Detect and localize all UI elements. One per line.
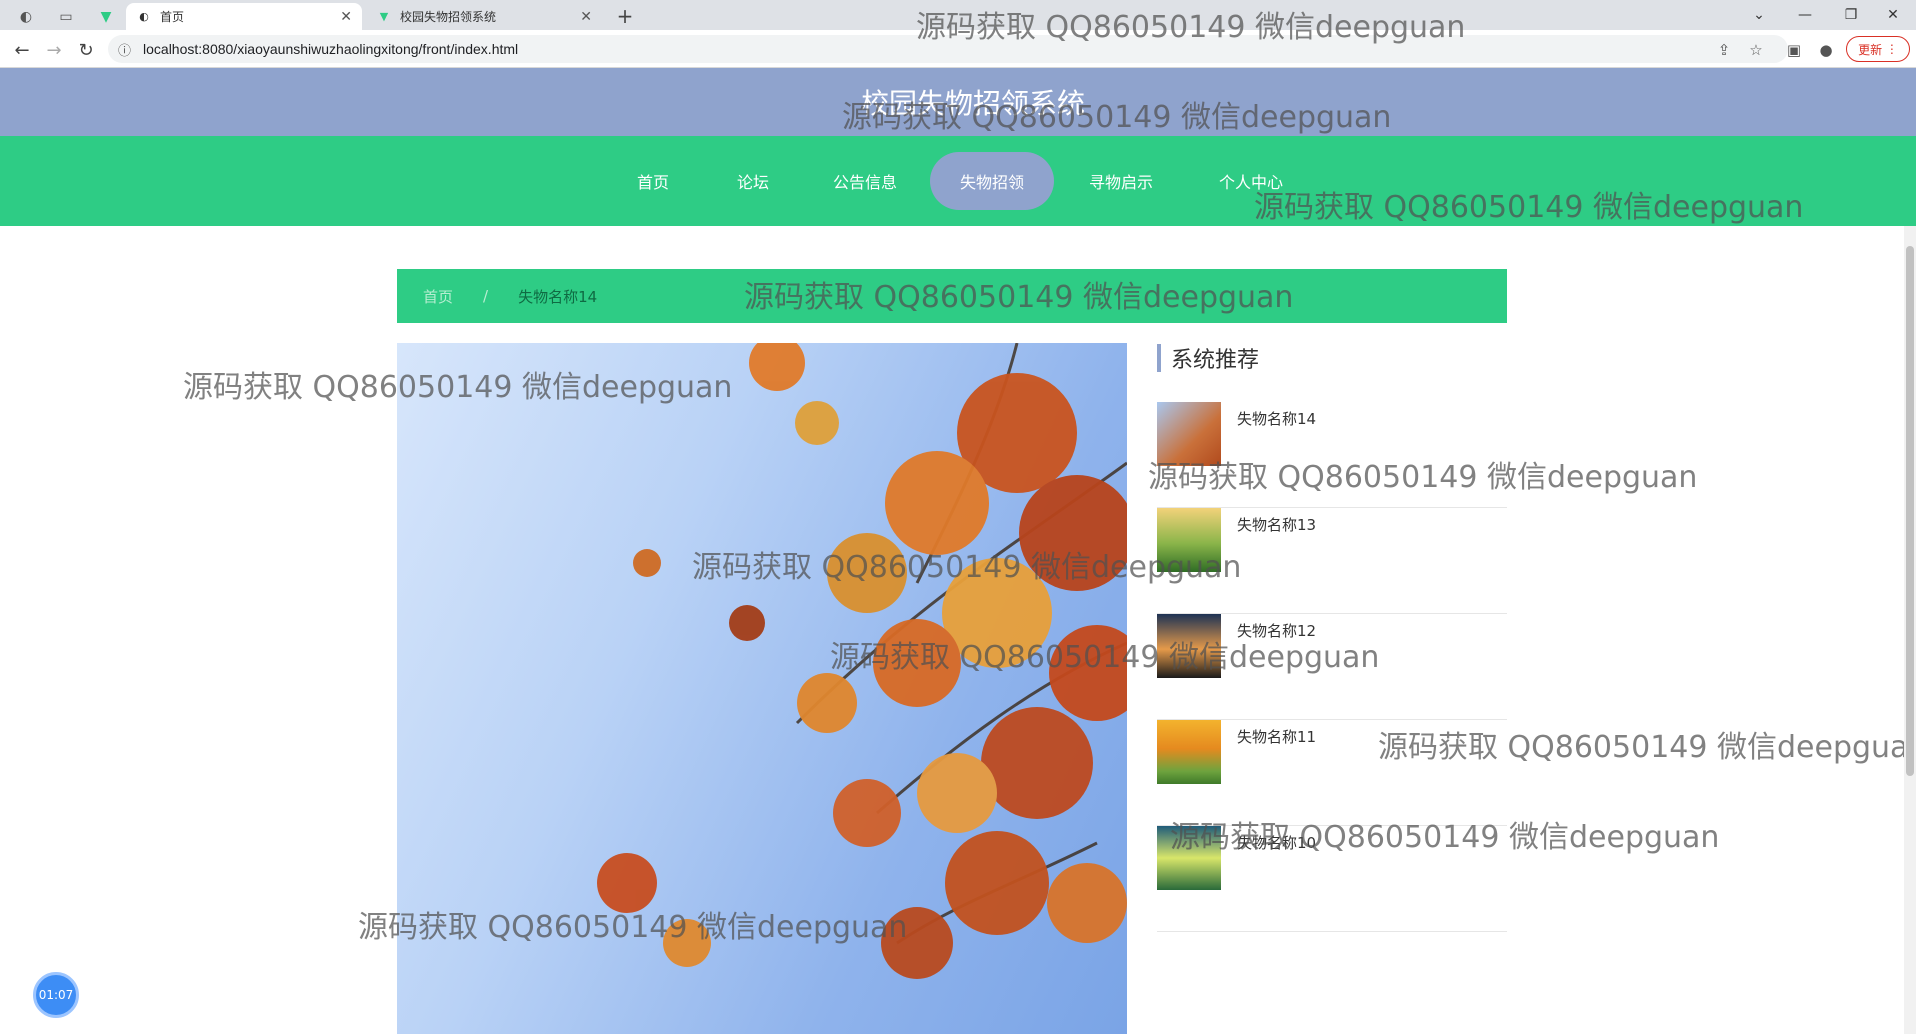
watermark-text: 源码获取 QQ86050149 微信deepguan xyxy=(830,640,1380,675)
restore-button[interactable]: ❐ xyxy=(1828,0,1874,30)
close-icon[interactable]: ✕ xyxy=(340,9,352,25)
browser-window: ◐ ▭ ▼ ◐ 首页 ✕ ▼ 校园失物招领系统 ✕ + ⌄ — ❐ ✕ ← → … xyxy=(0,0,1916,1034)
recommend-title: 系统推荐 xyxy=(1157,344,1259,373)
nav-home[interactable]: 首页 xyxy=(618,152,688,210)
tab-system[interactable]: ▼ 校园失物招领系统 ✕ xyxy=(366,3,602,30)
watermark-text: 源码获取 QQ86050149 微信deepguan xyxy=(1378,730,1916,765)
nav-announcements[interactable]: 公告信息 xyxy=(818,152,912,210)
globe-icon: ◐ xyxy=(139,10,149,23)
page-scrollbar[interactable] xyxy=(1904,226,1916,1034)
watermark-text: 源码获取 QQ86050149 微信deepguan xyxy=(916,10,1466,45)
watermark-text: 源码获取 QQ86050149 微信deepguan xyxy=(842,100,1392,135)
vue-icon[interactable]: ▼ xyxy=(88,3,124,30)
nav-lost-found[interactable]: 失物招领 xyxy=(930,152,1054,210)
blank-tab-icon[interactable]: ▭ xyxy=(48,3,84,30)
back-icon[interactable]: ← xyxy=(8,36,36,64)
watermark-text: 源码获取 QQ86050149 微信deepguan xyxy=(183,370,733,405)
tab-home[interactable]: ◐ 首页 ✕ xyxy=(126,3,362,30)
breadcrumb-home[interactable]: 首页 xyxy=(423,286,453,307)
breadcrumb-current: 失物名称14 xyxy=(518,287,598,306)
update-label: 更新 xyxy=(1858,42,1883,57)
nav-search-notices[interactable]: 寻物启示 xyxy=(1074,152,1168,210)
item-name[interactable]: 失物名称14 xyxy=(1237,408,1316,429)
scrollbar-thumb[interactable] xyxy=(1906,246,1914,776)
url-text: localhost:8080/xiaoyaunshiwuzhaolingxito… xyxy=(143,41,519,57)
chevron-down-icon[interactable]: ⌄ xyxy=(1736,0,1782,30)
share-icon[interactable]: ⇪ xyxy=(1712,38,1736,62)
item-name[interactable]: 失物名称11 xyxy=(1237,726,1316,747)
info-icon[interactable]: ⓘ xyxy=(118,40,131,59)
watermark-text: 源码获取 QQ86050149 微信deepguan xyxy=(1148,460,1698,495)
timer-badge[interactable]: 01:07 xyxy=(33,972,79,1018)
star-icon[interactable]: ☆ xyxy=(1744,38,1768,62)
minimize-button[interactable]: — xyxy=(1782,0,1828,30)
watermark-text: 源码获取 QQ86050149 微信deepguan xyxy=(1254,190,1804,225)
tab-title: 校园失物招领系统 xyxy=(400,10,497,24)
sidepanel-icon[interactable]: ▣ xyxy=(1782,38,1806,62)
tab-title: 首页 xyxy=(160,10,185,24)
globe-icon[interactable]: ◐ xyxy=(8,3,44,30)
breadcrumb-separator: / xyxy=(483,287,489,305)
forward-icon[interactable]: → xyxy=(40,36,68,64)
update-button[interactable]: 更新 ⋮ xyxy=(1846,36,1910,62)
item-name[interactable]: 失物名称13 xyxy=(1237,514,1316,535)
watermark-text: 源码获取 QQ86050149 微信deepguan xyxy=(692,550,1242,585)
item-thumbnail[interactable] xyxy=(1157,720,1221,784)
close-window-button[interactable]: ✕ xyxy=(1870,0,1916,30)
watermark-text: 源码获取 QQ86050149 微信deepguan xyxy=(1170,820,1720,855)
close-icon[interactable]: ✕ xyxy=(580,9,592,25)
new-tab-button[interactable]: + xyxy=(612,3,638,29)
watermark-text: 源码获取 QQ86050149 微信deepguan xyxy=(744,280,1294,315)
nav-forum[interactable]: 论坛 xyxy=(718,152,788,210)
vue-icon: ▼ xyxy=(379,10,389,23)
watermark-text: 源码获取 QQ86050149 微信deepguan xyxy=(358,910,908,945)
reload-icon[interactable]: ↻ xyxy=(72,36,100,64)
profile-icon[interactable]: ● xyxy=(1814,38,1838,62)
